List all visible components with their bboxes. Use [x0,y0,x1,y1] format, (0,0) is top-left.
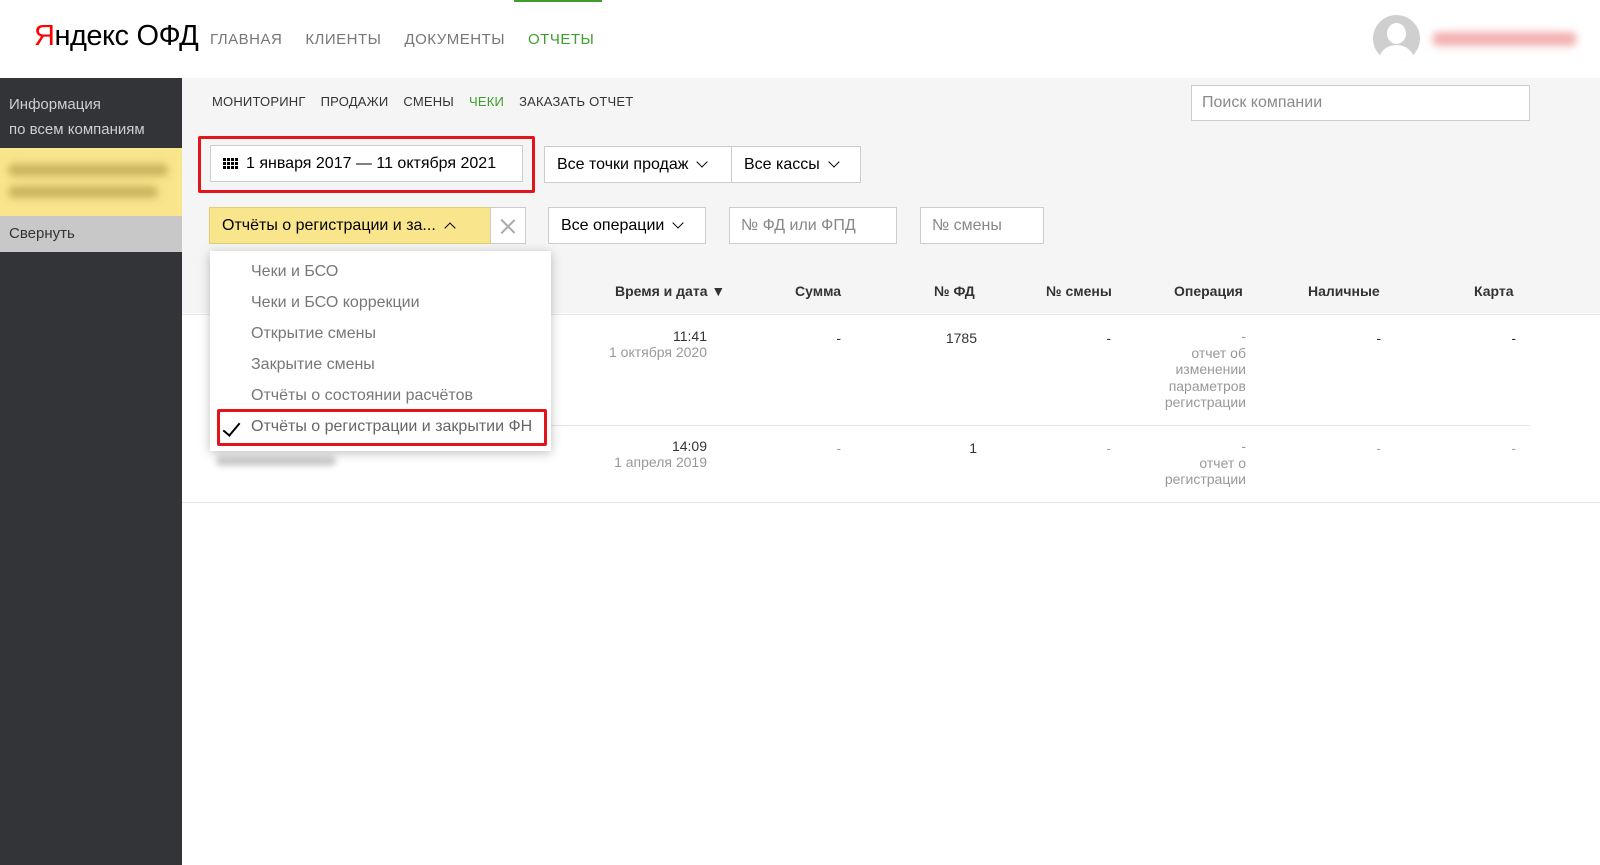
fd-number-input[interactable]: № ФД или ФПД [729,207,897,244]
company-search-input[interactable] [1191,85,1530,121]
col-datetime-sortable[interactable]: Время и дата ▼ [615,283,725,299]
collapse-label: Свернуть [9,225,75,242]
col-shift-number[interactable]: № смены [1046,283,1112,299]
subnav-shifts[interactable]: СМЕНЫ [403,94,454,109]
cashboxes-label: Все кассы [744,155,820,173]
row-date: 1 октября 2020 [609,344,707,360]
row-shift-number: - [1106,330,1111,346]
row-sum: - [836,440,841,456]
user-name-blurred[interactable] [1432,32,1577,46]
chevron-up-icon [444,221,456,234]
user-avatar[interactable] [1373,15,1420,62]
row-operation: - отчет о регистрации [1164,438,1246,487]
sales-points-select[interactable]: Все точки продаж [544,146,732,183]
option-shift-open[interactable]: Открытие смены [251,325,376,343]
chevron-down-icon [672,217,684,229]
company-name-blurred [8,164,168,176]
document-type-select[interactable]: Отчёты о регистрации и за... [209,207,491,244]
subnav-monitoring[interactable]: МОНИТОРИНГ [212,94,306,109]
row-date: 1 апреля 2019 [614,454,707,470]
active-nav-indicator [514,0,602,2]
option-shift-close[interactable]: Закрытие смены [251,356,375,374]
row-time: 11:41 1 октября 2020 [562,328,707,361]
row-card: - [1511,330,1516,346]
option-settlement-state-reports[interactable]: Отчёты о состоянии расчётов [251,387,473,405]
nav-clients[interactable]: КЛИЕНТЫ [305,31,381,48]
subnav-sales[interactable]: ПРОДАЖИ [321,94,389,109]
fd-number-placeholder: № ФД или ФПД [741,216,856,234]
sidebar-company-selected[interactable] [0,148,182,216]
nav-documents[interactable]: ДОКУМЕНТЫ [404,31,505,48]
yandex-ofd-logo[interactable]: Яндекс ОФД [34,20,199,53]
sales-points-label: Все точки продаж [557,155,689,173]
option-receipts-bso-correction[interactable]: Чеки и БСО коррекции [251,294,420,312]
col-sum[interactable]: Сумма [795,283,841,299]
sidebar-title-line1: Информация [9,96,101,113]
col-fd-number[interactable]: № ФД [934,283,975,299]
nav-home[interactable]: ГЛАВНАЯ [210,31,282,48]
nav-reports[interactable]: ОТЧЕТЫ [528,31,594,48]
avatar-head-shape [1387,23,1406,44]
row-cash: - [1376,440,1381,456]
row-operation: - отчет об изменении параметров регистра… [1164,328,1246,410]
subnav-receipts[interactable]: ЧЕКИ [469,94,504,109]
sidebar: Информация по всем компаниям Свернуть [0,78,182,865]
operations-select[interactable]: Все операции [548,207,706,244]
main-nav: ГЛАВНАЯ КЛИЕНТЫ ДОКУМЕНТЫ ОТЧЕТЫ [210,31,617,48]
col-cash[interactable]: Наличные [1308,283,1380,299]
shift-number-input[interactable]: № смены [920,207,1044,244]
subnav-order-report[interactable]: ЗАКАЗАТЬ ОТЧЕТ [519,94,633,109]
cashboxes-select[interactable]: Все кассы [731,146,861,183]
col-operation[interactable]: Операция [1174,283,1243,299]
row-divider [182,502,1600,503]
annotation-highlight-selected-option [217,409,547,446]
row-card: - [1511,440,1516,456]
col-card[interactable]: Карта [1474,283,1514,299]
company-inn-blurred [8,186,158,198]
shift-number-placeholder: № смены [932,216,1002,234]
top-header: Яндекс ОФД ГЛАВНАЯ КЛИЕНТЫ ДОКУМЕНТЫ ОТЧЕ… [0,0,1600,78]
option-receipts-bso[interactable]: Чеки и БСО [251,263,338,281]
sidebar-collapse-button[interactable]: Свернуть [0,216,182,252]
main-content: МОНИТОРИНГ ПРОДАЖИ СМЕНЫ ЧЕКИ ЗАКАЗАТЬ О… [182,78,1600,865]
chevron-down-icon [696,156,709,168]
close-icon [500,218,516,234]
row-cash: - [1376,330,1381,346]
chevron-down-icon [828,156,840,168]
avatar-body-shape [1379,45,1414,62]
row-fd-number: 1 [969,440,977,456]
clear-document-type-button[interactable] [490,207,526,244]
document-type-label: Отчёты о регистрации и за... [222,216,436,234]
reports-subnav: МОНИТОРИНГ ПРОДАЖИ СМЕНЫ ЧЕКИ ЗАКАЗАТЬ О… [212,94,648,109]
sidebar-all-companies[interactable]: Информация по всем компаниям [9,92,145,142]
row-sum: - [836,330,841,346]
operations-label: Все операции [561,216,665,234]
row-company-blurred [216,456,336,466]
row-fd-number: 1785 [945,330,977,346]
annotation-highlight-date [198,136,535,193]
row-shift-number: - [1106,440,1111,456]
sidebar-title-line2: по всем компаниям [9,121,145,138]
row-time: 14:09 1 апреля 2019 [562,438,707,471]
